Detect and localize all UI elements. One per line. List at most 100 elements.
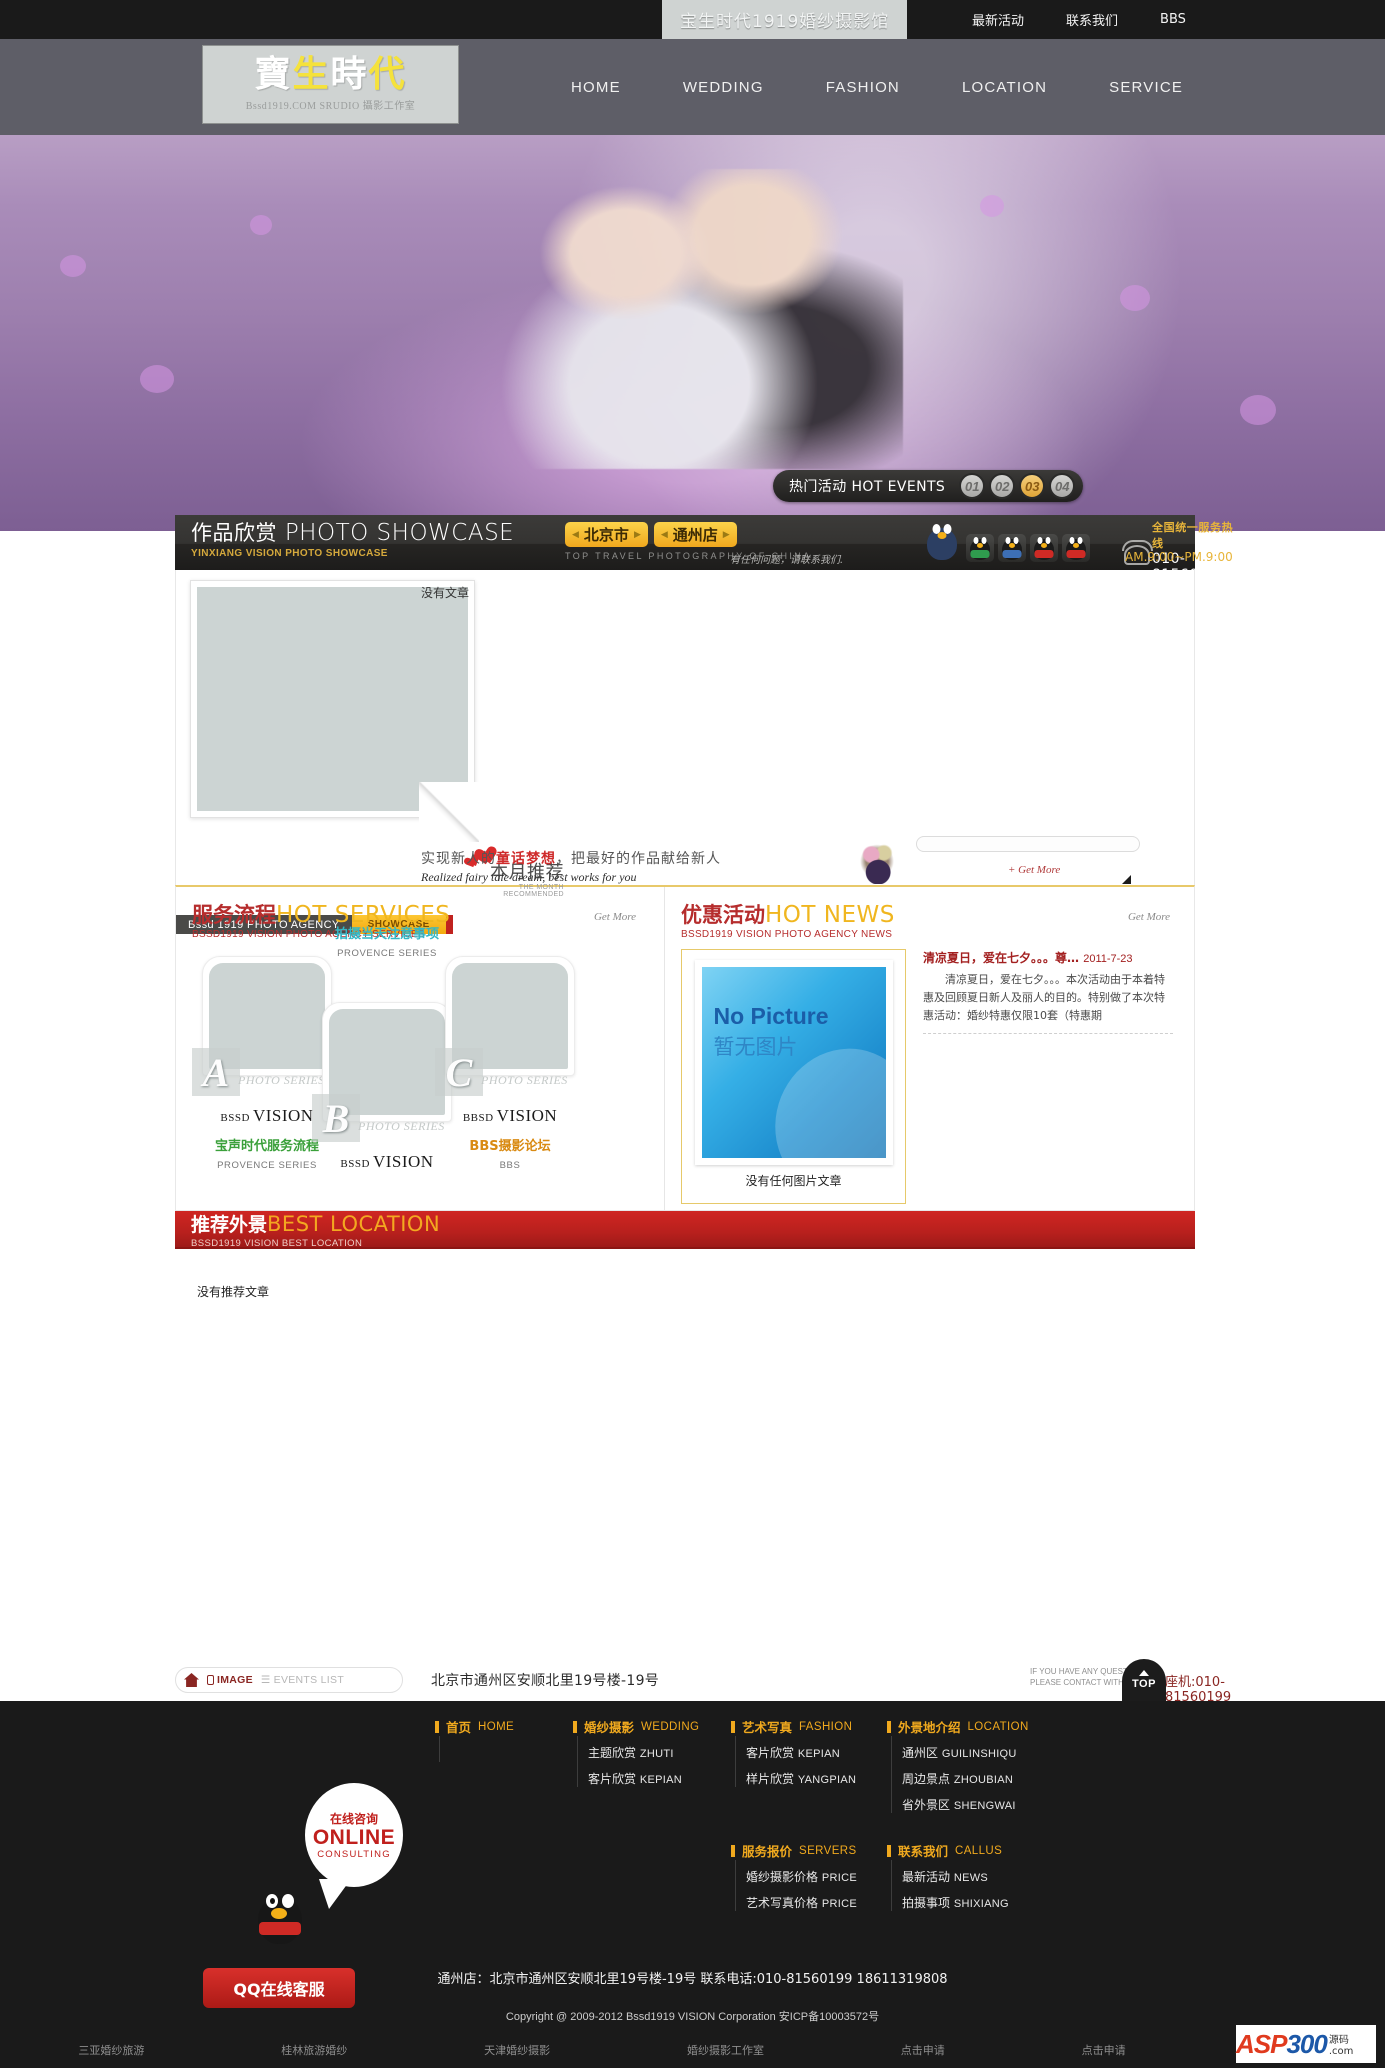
news-item[interactable]: 清凉夏日，爱在七夕。。。尊… 2011-7-23 清凉夏日，爱在七夕。。。本次活… (923, 949, 1173, 1035)
footer-copyright: Copyright @ 2009-2012 Bssd1919 VISION Co… (505, 2011, 880, 2023)
nav-item-fashion[interactable]: FASHION (795, 79, 931, 96)
footer-col-fashion-head[interactable]: 艺术写真 FASHION (731, 1717, 881, 1736)
hot-events-dot-02[interactable]: 02 (989, 473, 1016, 499)
service-card-b-vision-small: BSSD (340, 1158, 370, 1170)
services-get-more-link[interactable]: Get More (594, 911, 636, 923)
footer-link-yangpian[interactable]: 样片欣赏 YANGPIAN (746, 1770, 881, 1787)
footer-link-kepian-w[interactable]: 客片欣赏 KEPIAN (588, 1770, 723, 1787)
footer-col-wedding-list: 主题欣赏 ZHUTI 客片欣赏 KEPIAN (577, 1736, 723, 1787)
qq-contact-green-icon[interactable] (966, 534, 994, 562)
footer-col-home-head[interactable]: 首页 HOME (435, 1717, 565, 1736)
service-card-c-vision-small: BBSD (462, 1112, 494, 1124)
page-root: 宝生时代1919婚纱摄影馆 最新活动 联系我们 BBS 寶生時代 Bssd191… (0, 0, 1385, 2068)
footer-link-zhuti[interactable]: 主题欣赏 ZHUTI (588, 1744, 723, 1761)
nav-item-wedding[interactable]: WEDDING (652, 79, 795, 96)
image-link[interactable]: IMAGE (207, 1674, 253, 1686)
logo-char-2: 生 (292, 54, 331, 95)
friend-link-3[interactable]: 天津婚纱摄影 (484, 2042, 550, 2058)
home-icon[interactable] (184, 1673, 199, 1687)
qq-mascot-large-icon[interactable] (922, 520, 962, 562)
news-get-more-link[interactable]: Get More (1128, 911, 1170, 923)
nav-item-home[interactable]: HOME (540, 79, 652, 96)
footer-col-callus-head[interactable]: 联系我们 CALLUS (887, 1841, 1057, 1860)
nav-item-service[interactable]: SERVICE (1078, 79, 1214, 96)
topbar-link-bbs[interactable]: BBS (1160, 12, 1186, 27)
logo-char-1: 寶 (254, 54, 293, 95)
footer-link-yangpian-cn: 样片欣赏 (746, 1772, 795, 1786)
footer-col-location-head[interactable]: 外景地介绍 LOCATION (887, 1717, 1067, 1736)
footer-col-home-en: HOME (478, 1720, 515, 1733)
footer-col-wedding-cn: 婚纱摄影 (584, 1720, 635, 1735)
back-to-top-button[interactable]: TOP (1122, 1659, 1166, 1701)
footer-bullet-icon-2 (573, 1720, 577, 1733)
service-card-c-series: PHOTO SERIES (481, 1073, 568, 1087)
news-picture-box[interactable]: No Picture 暂无图片 没有任何图片文章 (681, 949, 906, 1204)
service-card-b-vision-big: VISION (372, 1152, 434, 1171)
footer-link-zhoubian-en: ZHOUBIAN (953, 1774, 1014, 1786)
hero-banner (0, 135, 1385, 531)
city-pill-tongzhou[interactable]: ◀ 通州店 ▶ (653, 522, 737, 547)
service-card-a-letter: A (192, 1048, 240, 1096)
qq-contact-red1-icon[interactable] (1030, 534, 1058, 562)
city-pill-tongzhou-label: 通州店 (672, 526, 718, 544)
footer-col-location: 外景地介绍 LOCATION 通州区 GUILINSHIQU 周边景点 ZHOUB… (887, 1717, 1067, 1822)
news-item-headline[interactable]: 清凉夏日，爱在七夕。。。尊… (923, 951, 1079, 965)
friend-link-6[interactable]: 点击申请 (1082, 2042, 1126, 2058)
best-location-heading: 推荐外景BEST LOCATION BSSD1919 VISION BEST L… (191, 1214, 440, 1250)
footer-col-servers-head[interactable]: 服务报价 SERVERS (731, 1841, 891, 1860)
city-pill-beijing-label: 北京市 (583, 526, 629, 544)
address-bar-pill[interactable]: IMAGE ☰ EVENTS LIST (175, 1667, 403, 1693)
friend-link-5[interactable]: 点击申请 (901, 2042, 945, 2058)
footer-col-fashion-list: 客片欣赏 KEPIAN 样片欣赏 YANGPIAN (735, 1736, 881, 1787)
asp300-logo-asp: ASP (1236, 2028, 1287, 2059)
corner-triangle-decoration (1122, 875, 1131, 884)
footer-link-price-fashion-en: PRICE (821, 1898, 857, 1910)
footer-address: 通州店：北京市通州区安顺北里19号楼-19号 联系电话:010-81560199… (437, 1972, 948, 1987)
best-location-header-bar: 推荐外景BEST LOCATION BSSD1919 VISION BEST L… (175, 1211, 1195, 1249)
footer-link-news[interactable]: 最新活动 NEWS (902, 1868, 1057, 1885)
nav-item-location[interactable]: LOCATION (931, 79, 1078, 96)
qq-contact-blue-icon[interactable] (998, 534, 1026, 562)
footer-link-kepian-f[interactable]: 客片欣赏 KEPIAN (746, 1744, 881, 1761)
footer-link-zhoubian[interactable]: 周边景点 ZHOUBIAN (902, 1770, 1067, 1787)
services-news-row: 服务流程HOT SERVICES BSSD1919 VISION PHOTO A… (175, 885, 1195, 1211)
topbar-link-contact[interactable]: 联系我们 (1066, 10, 1118, 29)
city-pill-beijing[interactable]: ◀ 北京市 ▶ (565, 522, 648, 547)
hot-events-dot-03[interactable]: 03 (1019, 473, 1046, 499)
news-title-cn: 优惠活动 (681, 903, 765, 927)
friend-link-1[interactable]: 三亚婚纱旅游 (78, 2042, 144, 2058)
topbar-link-news[interactable]: 最新活动 (972, 10, 1024, 29)
footer-link-price-wedding-en: PRICE (821, 1872, 857, 1884)
no-picture-cn: 暂无图片 (713, 1035, 798, 1059)
qq-contact-red2-icon[interactable] (1062, 534, 1090, 562)
friend-link-4[interactable]: 婚纱摄影工作室 (687, 2042, 764, 2058)
footer-link-price-fashion[interactable]: 艺术写真价格 PRICE (746, 1894, 891, 1911)
showcase-get-more-link[interactable]: + Get More (1008, 864, 1060, 876)
qq-mascot-footer-icon[interactable] (252, 1888, 308, 1950)
news-header: 优惠活动HOT NEWS BSSD1919 VISION PHOTO AGENC… (681, 903, 1194, 940)
list-icon: ☰ (260, 1674, 271, 1686)
hot-events-dot-01[interactable]: 01 (959, 473, 986, 499)
footer-col-servers-en: SERVERS (799, 1844, 857, 1857)
footer-link-tongzhou[interactable]: 通州区 GUILINSHIQU (902, 1744, 1067, 1761)
footer-link-tongzhou-en: GUILINSHIQU (941, 1748, 1017, 1760)
events-list-link[interactable]: ☰ EVENTS LIST (261, 1674, 344, 1686)
footer-link-price-wedding[interactable]: 婚纱摄影价格 PRICE (746, 1868, 891, 1885)
footer-col-fashion-cn: 艺术写真 (742, 1720, 793, 1735)
hot-events-dot-04[interactable]: 04 (1049, 473, 1076, 499)
online-consulting-bubble[interactable]: 在线咨询 ONLINE CONSULTING (305, 1783, 403, 1909)
footer-col-callus-en: CALLUS (955, 1844, 1003, 1857)
asp300-logo[interactable]: ASP 300 源码 .com (1236, 2025, 1376, 2063)
friend-link-2[interactable]: 桂林旅游婚纱 (281, 2042, 347, 2058)
showcase-scroll-track[interactable] (916, 836, 1140, 852)
news-item-date: 2011-7-23 (1083, 953, 1133, 965)
service-card-c-vision-big: VISION (496, 1106, 558, 1125)
slogan-cn: 实现新人的童话梦想，把最好的作品献给新人 (421, 848, 721, 868)
service-card-c[interactable]: C PHOTO SERIES BBSD VISION BBS摄影论坛 BBS (435, 956, 585, 1171)
site-logo[interactable]: 寶生時代 Bssd1919.COM SRUDIO 攝影工作室 (202, 45, 459, 124)
footer-link-shixiang[interactable]: 拍摄事项 SHIXIANG (902, 1894, 1057, 1911)
news-picture-frame: No Picture 暂无图片 (694, 960, 893, 1165)
footer-link-shengwai[interactable]: 省外景区 SHENGWAI (902, 1796, 1067, 1813)
footer-link-kepian-w-en: KEPIAN (639, 1774, 682, 1786)
footer-col-wedding-head[interactable]: 婚纱摄影 WEDDING (573, 1717, 723, 1736)
